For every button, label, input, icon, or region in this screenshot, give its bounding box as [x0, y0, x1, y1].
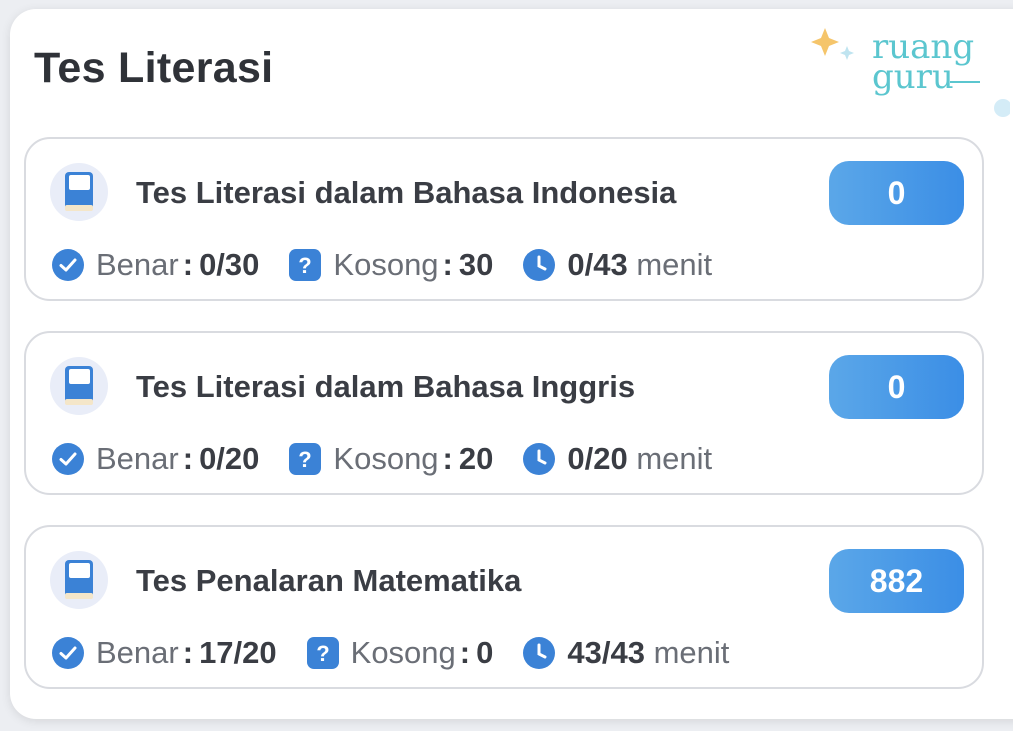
ruangguru-logo: ruang guru: [811, 27, 1010, 117]
clock-icon: [523, 637, 556, 669]
kosong-value: 20: [458, 441, 494, 476]
test-card-indonesia[interactable]: Tes Literasi dalam Bahasa Indonesia 0 Be…: [24, 137, 984, 301]
card-title: Tes Literasi dalam Bahasa Inggris: [136, 369, 636, 404]
stat-kosong: ? Kosong:30: [289, 247, 493, 283]
stat-benar: Benar:17/20: [52, 635, 277, 671]
question-icon: ?: [289, 443, 322, 475]
menit-label: menit: [636, 441, 713, 476]
svg-text:?: ?: [316, 641, 329, 666]
clock-icon: [523, 443, 556, 475]
book-icon: [50, 357, 108, 415]
test-card-matematika[interactable]: Tes Penalaran Matematika 882 Benar:17/20…: [24, 525, 984, 689]
benar-label: Benar: [96, 635, 179, 670]
waktu-value: 0/20: [567, 441, 628, 476]
waktu-value: 43/43: [567, 635, 645, 670]
kosong-label: Kosong: [333, 441, 439, 476]
stat-kosong: ? Kosong:0: [306, 635, 494, 671]
score-badge: 0: [829, 161, 964, 225]
test-card-inggris[interactable]: Tes Literasi dalam Bahasa Inggris 0 Bena…: [24, 331, 984, 495]
stat-benar: Benar:0/30: [52, 247, 259, 283]
card-stats: Benar:0/20 ? Kosong:20 0/20 menit: [52, 439, 742, 479]
score-badge: 0: [829, 355, 964, 419]
check-circle-icon: [52, 637, 84, 669]
question-icon: ?: [289, 249, 322, 281]
sparkle-icon: [811, 28, 839, 56]
svg-text:?: ?: [299, 253, 312, 278]
kosong-value: 0: [476, 635, 494, 670]
menit-label: menit: [636, 247, 713, 282]
kosong-label: Kosong: [333, 247, 439, 282]
waktu-value: 0/43: [567, 247, 628, 282]
stat-waktu: 0/43 menit: [523, 247, 712, 283]
svg-text:?: ?: [299, 447, 312, 472]
menit-label: menit: [653, 635, 730, 670]
card-stats: Benar:0/30 ? Kosong:30 0/43 menit: [52, 245, 742, 285]
card-title: Tes Literasi dalam Bahasa Indonesia: [136, 175, 677, 210]
stat-kosong: ? Kosong:20: [289, 441, 493, 477]
card-stats: Benar:17/20 ? Kosong:0 43/43 menit: [52, 633, 759, 673]
logo-text-guru: guru: [872, 57, 954, 97]
stat-waktu: 0/20 menit: [523, 441, 712, 477]
clock-icon: [523, 249, 556, 281]
benar-label: Benar: [96, 247, 179, 282]
kosong-value: 30: [458, 247, 494, 282]
score-badge: 882: [829, 549, 964, 613]
benar-value: 0/20: [199, 441, 260, 476]
benar-value: 0/30: [199, 247, 260, 282]
check-circle-icon: [52, 443, 84, 475]
benar-value: 17/20: [199, 635, 277, 670]
book-icon: [50, 551, 108, 609]
question-icon: ?: [306, 637, 339, 669]
kosong-label: Kosong: [350, 635, 456, 670]
page-title: Tes Literasi: [34, 44, 274, 92]
stat-waktu: 43/43 menit: [523, 635, 729, 671]
benar-label: Benar: [96, 441, 179, 476]
check-circle-icon: [52, 249, 84, 281]
book-icon: [50, 163, 108, 221]
stat-benar: Benar:0/20: [52, 441, 259, 477]
card-title: Tes Penalaran Matematika: [136, 563, 522, 598]
